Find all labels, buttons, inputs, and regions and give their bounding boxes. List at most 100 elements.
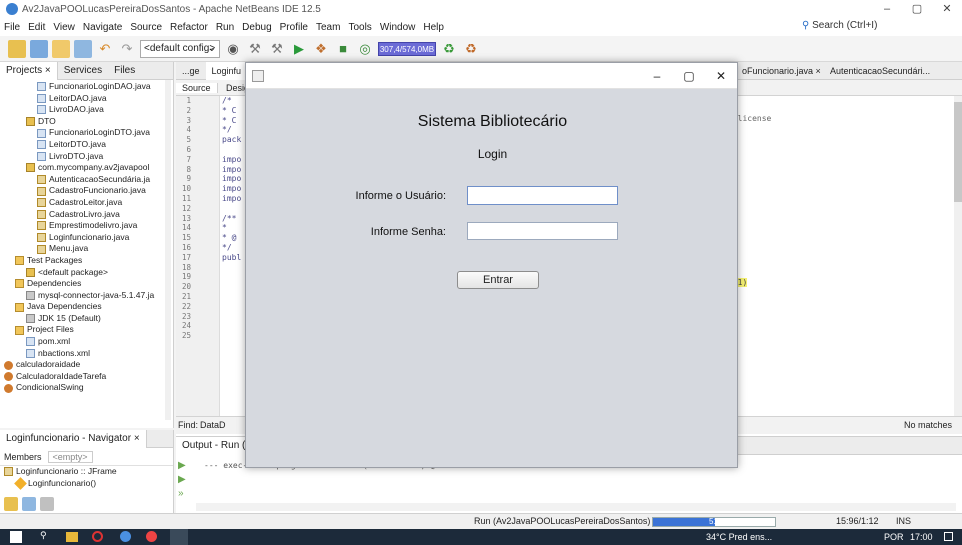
new-project-icon[interactable] bbox=[30, 39, 48, 58]
menu-profile[interactable]: Profile bbox=[280, 22, 308, 33]
config-select[interactable]: <default config> ⌄ bbox=[140, 39, 220, 58]
build-icon[interactable]: ⚒ bbox=[246, 40, 264, 58]
filter-inherited-icon[interactable] bbox=[40, 497, 54, 511]
tree-item[interactable]: mysql-connector-java-5.1.47.ja bbox=[0, 290, 173, 302]
profile-icon[interactable]: ■ bbox=[334, 40, 352, 58]
tree-scrollbar[interactable] bbox=[165, 80, 171, 420]
rerun-alt-icon[interactable]: ▶ bbox=[178, 473, 192, 487]
close-button[interactable]: ✕ bbox=[932, 0, 962, 18]
save-all-icon[interactable] bbox=[74, 39, 92, 58]
redo-icon[interactable]: ↷ bbox=[118, 40, 136, 58]
menu-team[interactable]: Team bbox=[316, 22, 340, 33]
editor-scrollbar[interactable] bbox=[954, 96, 962, 416]
editor-tab-funcionario[interactable]: oFuncionario.java × bbox=[736, 62, 827, 80]
menu-tools[interactable]: Tools bbox=[348, 22, 371, 33]
clean-build-icon[interactable]: ⚒ bbox=[268, 40, 286, 58]
new-file-icon[interactable] bbox=[8, 39, 26, 58]
taskbar-search-icon[interactable]: ⚲ bbox=[40, 530, 47, 541]
tree-item[interactable]: Dependencies bbox=[0, 278, 173, 290]
rerun-icon[interactable]: ▶ bbox=[178, 459, 192, 473]
tree-item[interactable]: CadastroLivro.java bbox=[0, 209, 173, 221]
gc-icon[interactable]: ♻ bbox=[440, 40, 458, 58]
tree-item[interactable]: Loginfuncionario.java bbox=[0, 232, 173, 244]
history-icon[interactable]: ◎ bbox=[356, 40, 374, 58]
tab-files[interactable]: Files bbox=[108, 62, 141, 80]
dialog-title-bar[interactable]: – ▢ ✕ bbox=[246, 63, 737, 89]
tree-item[interactable]: pom.xml bbox=[0, 336, 173, 348]
dialog-maximize-button[interactable]: ▢ bbox=[674, 63, 704, 89]
menu-debug[interactable]: Debug bbox=[242, 22, 271, 33]
source-tab[interactable]: Source bbox=[176, 83, 218, 93]
tree-item[interactable]: JDK 15 (Default) bbox=[0, 313, 173, 325]
entrar-button[interactable]: Entrar bbox=[457, 271, 539, 289]
tree-item[interactable]: CadastroFuncionario.java bbox=[0, 185, 173, 197]
empty-filter[interactable]: <empty> bbox=[47, 450, 93, 463]
tree-item[interactable]: Menu.java bbox=[0, 243, 173, 255]
tree-item[interactable]: LivroDAO.java bbox=[0, 104, 173, 116]
tree-item[interactable]: calculadoraidade bbox=[0, 359, 173, 371]
filter-static-icon[interactable] bbox=[22, 497, 36, 511]
menu-edit[interactable]: Edit bbox=[28, 22, 45, 33]
tab-services[interactable]: Services bbox=[58, 62, 108, 80]
members-filter[interactable]: Members bbox=[4, 452, 42, 462]
editor-tab-overflow[interactable]: ...ge bbox=[176, 62, 206, 80]
tree-item[interactable]: CondicionalSwing bbox=[0, 382, 173, 394]
tree-item[interactable]: <default package> bbox=[0, 267, 173, 279]
undo-icon[interactable]: ↶ bbox=[96, 40, 114, 58]
chrome-icon[interactable] bbox=[120, 531, 131, 542]
editor-tab-loginfuncionario[interactable]: Loginfu bbox=[205, 62, 249, 80]
tree-item[interactable]: LeitorDAO.java bbox=[0, 93, 173, 105]
menu-run[interactable]: Run bbox=[216, 22, 234, 33]
debug-icon[interactable]: ❖ bbox=[312, 40, 330, 58]
password-input[interactable] bbox=[467, 222, 618, 240]
tree-item[interactable]: LeitorDTO.java bbox=[0, 139, 173, 151]
user-input[interactable] bbox=[467, 186, 618, 205]
netbeans-task-icon[interactable] bbox=[170, 529, 188, 545]
dialog-close-button[interactable]: ✕ bbox=[706, 63, 736, 89]
navigator-constructor[interactable]: Loginfuncionario() bbox=[0, 477, 173, 490]
gc-alt-icon[interactable]: ♻ bbox=[462, 40, 480, 58]
menu-source[interactable]: Source bbox=[130, 22, 162, 33]
tree-item[interactable]: com.mycompany.av2javapool bbox=[0, 162, 173, 174]
tree-item[interactable]: FuncionarioLoginDTO.java bbox=[0, 127, 173, 139]
menu-file[interactable]: File bbox=[4, 22, 20, 33]
open-project-icon[interactable] bbox=[52, 39, 70, 58]
browser-icon[interactable] bbox=[146, 531, 157, 542]
more-icon[interactable]: » bbox=[178, 487, 192, 501]
run-icon[interactable]: ▶ bbox=[290, 40, 308, 58]
tree-item[interactable]: FuncionarioLoginDAO.java bbox=[0, 81, 173, 93]
tree-item[interactable]: Emprestimodelivro.java bbox=[0, 220, 173, 232]
tab-projects[interactable]: Projects × bbox=[0, 61, 58, 80]
windows-start-icon[interactable] bbox=[10, 531, 22, 543]
tree-item[interactable]: CalculadoraIdadeTarefa bbox=[0, 371, 173, 383]
weather-text[interactable]: 34°C Pred ens... bbox=[706, 532, 772, 542]
minimize-button[interactable]: – bbox=[872, 0, 902, 18]
language-indicator[interactable]: POR bbox=[884, 532, 904, 542]
maximize-button[interactable]: ▢ bbox=[902, 0, 932, 18]
menu-view[interactable]: View bbox=[53, 22, 75, 33]
tree-item[interactable]: nbactions.xml bbox=[0, 348, 173, 360]
find-input[interactable]: DataD bbox=[200, 420, 226, 430]
tab-output[interactable]: Output - Run ( bbox=[176, 436, 253, 455]
tab-navigator[interactable]: Loginfuncionario - Navigator × bbox=[0, 429, 147, 448]
output-hscroll[interactable] bbox=[196, 503, 956, 511]
menu-navigate[interactable]: Navigate bbox=[83, 22, 122, 33]
memory-meter[interactable]: 307,4/574,0MB bbox=[378, 41, 436, 56]
menu-refactor[interactable]: Refactor bbox=[170, 22, 208, 33]
tree-item[interactable]: Project Files bbox=[0, 324, 173, 336]
file-explorer-icon[interactable] bbox=[66, 532, 78, 542]
notifications-icon[interactable] bbox=[944, 532, 953, 541]
tree-item[interactable]: AutenticacaoSecundária.ja bbox=[0, 174, 173, 186]
filter-fields-icon[interactable] bbox=[4, 497, 18, 511]
clock[interactable]: 17:00 bbox=[910, 532, 933, 542]
menu-help[interactable]: Help bbox=[423, 22, 444, 33]
tree-item[interactable]: Java Dependencies bbox=[0, 301, 173, 313]
tree-item[interactable]: DTO bbox=[0, 116, 173, 128]
opera-icon[interactable] bbox=[92, 531, 103, 542]
tree-item[interactable]: Test Packages bbox=[0, 255, 173, 267]
tree-item[interactable]: CadastroLeitor.java bbox=[0, 197, 173, 209]
globe-icon[interactable]: ◉ bbox=[224, 40, 242, 58]
tree-item[interactable]: LivroDTO.java bbox=[0, 151, 173, 163]
search-box[interactable]: ⚲ Search (Ctrl+I) bbox=[802, 20, 922, 34]
editor-tab-autenticacao[interactable]: AutenticacaoSecundári... bbox=[824, 62, 936, 80]
